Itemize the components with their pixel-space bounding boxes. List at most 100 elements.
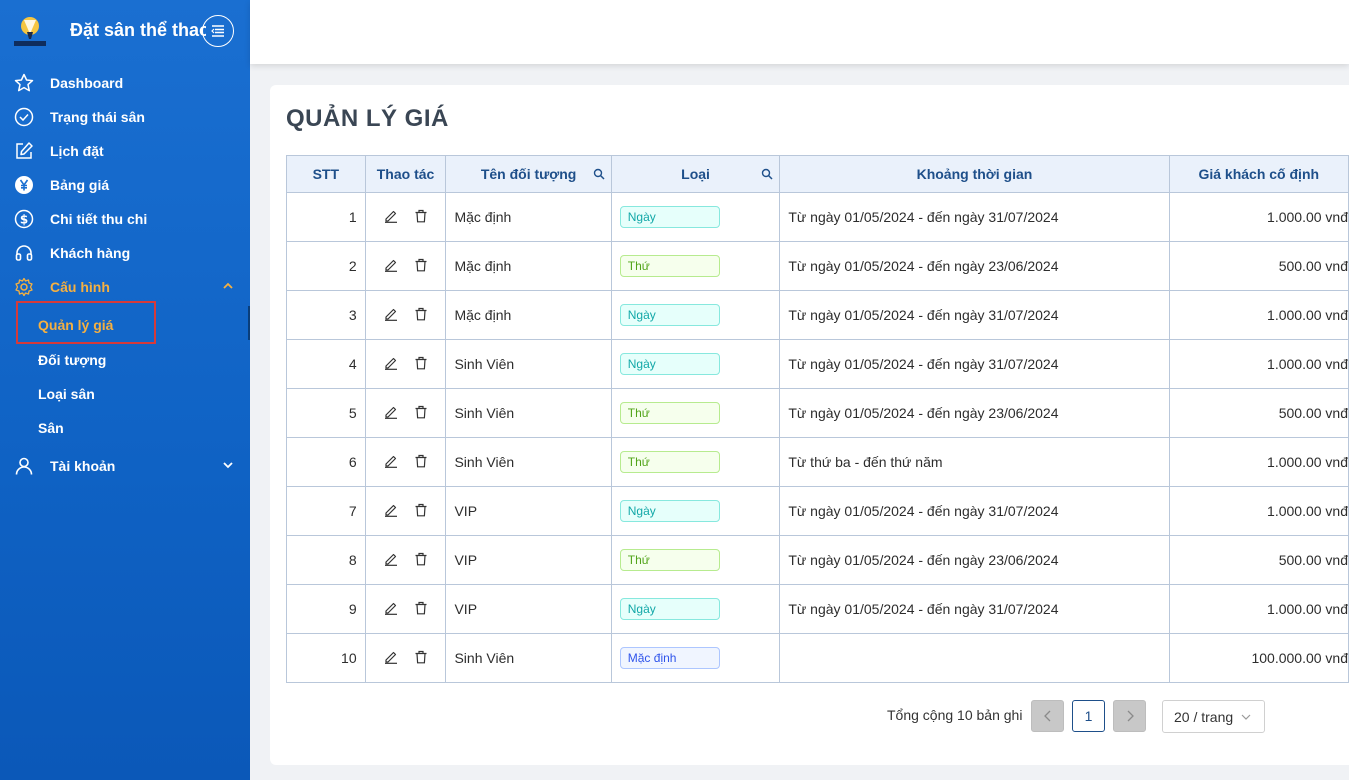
cell-customer-type: Mặc định [445, 241, 612, 291]
delete-icon[interactable] [414, 356, 428, 373]
cell-period [779, 633, 1170, 683]
table-header-row: STT Thao tác Tên đối tượng Loại Khoảng t… [286, 155, 1349, 193]
cell-actions [364, 388, 447, 438]
col-header-stt: STT [286, 155, 366, 193]
edit-icon[interactable] [384, 454, 398, 471]
delete-icon[interactable] [414, 209, 428, 226]
delete-icon[interactable] [414, 650, 428, 667]
page-size-value: 20 / trang [1174, 708, 1234, 725]
delete-icon[interactable] [414, 503, 428, 520]
cell-actions [364, 290, 447, 340]
page-size-select[interactable]: 20 / trang [1162, 700, 1265, 733]
table-row: 4 Sinh Viên Ngày Từ ngày 01/05/2024 - đế… [286, 339, 1349, 389]
next-page-button[interactable] [1113, 700, 1146, 732]
sidebar-item-label: Lịch đặt [50, 143, 104, 159]
sidebar: Đặt sân thể thao Dashboard Trạng thái sâ… [0, 0, 250, 780]
cell-fixed-price: 1.000.00 vnđ [1168, 339, 1349, 389]
cell-type: Thứ [610, 388, 781, 438]
sidebar-subitem-label: Đối tượng [38, 352, 107, 368]
edit-icon[interactable] [384, 601, 398, 618]
cell-customer-type: Sinh Viên [445, 633, 612, 683]
type-tag: Ngày [619, 304, 720, 326]
edit-icon[interactable] [384, 405, 398, 422]
table-row: 1 Mặc định Ngày Từ ngày 01/05/2024 - đến… [286, 192, 1349, 242]
sidebar-item-booking-schedule[interactable]: Lịch đặt [0, 134, 250, 168]
cell-actions [364, 241, 447, 291]
delete-icon[interactable] [414, 601, 428, 618]
cell-period: Từ ngày 01/05/2024 - đến ngày 31/07/2024 [779, 584, 1170, 634]
sidebar-item-customers[interactable]: Khách hàng [0, 236, 250, 270]
cell-customer-type: Mặc định [445, 192, 612, 242]
star-icon [13, 72, 35, 94]
sidebar-item-income-expense[interactable]: $ Chi tiết thu chi [0, 202, 250, 236]
yen-circle-icon [13, 174, 35, 196]
cell-period: Từ ngày 01/05/2024 - đến ngày 23/06/2024 [779, 388, 1170, 438]
sidebar-subitem-court-types[interactable]: Loại sân [0, 377, 250, 411]
cell-customer-type: Sinh Viên [445, 339, 612, 389]
sidebar-item-label: Dashboard [50, 75, 124, 91]
chevron-left-icon [1043, 710, 1050, 722]
cell-stt: 2 [286, 241, 366, 291]
cell-period: Từ ngày 01/05/2024 - đến ngày 31/07/2024 [779, 192, 1170, 242]
cell-customer-type: Sinh Viên [445, 388, 612, 438]
total-records: Tổng cộng 10 bản ghi [887, 707, 1023, 723]
edit-icon[interactable] [384, 552, 398, 569]
chevron-up-icon [223, 282, 233, 289]
collapse-menu-button[interactable] [202, 15, 234, 47]
sidebar-subitem-label: Sân [38, 420, 64, 436]
cell-customer-type: VIP [445, 584, 612, 634]
cell-fixed-price: 1.000.00 vnđ [1168, 584, 1349, 634]
page-1-button[interactable]: 1 [1072, 700, 1105, 732]
type-tag: Thứ [619, 255, 720, 277]
type-tag: Ngày [619, 353, 720, 375]
sidebar-subitem-customer-types[interactable]: Đối tượng [0, 343, 250, 377]
sidebar-subitem-courts[interactable]: Sân [0, 411, 250, 445]
cell-fixed-price: 1.000.00 vnđ [1168, 192, 1349, 242]
search-icon[interactable] [761, 168, 773, 180]
active-item-highlight [16, 301, 156, 344]
cell-fixed-price: 500.00 vnđ [1168, 388, 1349, 438]
badminton-logo [14, 17, 46, 46]
brand: Đặt sân thể thao [0, 0, 250, 64]
edit-icon[interactable] [384, 209, 398, 226]
col-header-label: Loại [681, 166, 710, 182]
cell-stt: 6 [286, 437, 366, 487]
sidebar-item-account[interactable]: Tài khoản [0, 449, 250, 483]
edit-icon[interactable] [384, 650, 398, 667]
cell-period: Từ thứ ba - đến thứ năm [779, 437, 1170, 487]
col-header-customer-type: Tên đối tượng [445, 155, 612, 193]
cell-stt: 7 [286, 486, 366, 536]
table-row: 8 VIP Thứ Từ ngày 01/05/2024 - đến ngày … [286, 535, 1349, 585]
delete-icon[interactable] [414, 307, 428, 324]
type-tag: Ngày [619, 598, 720, 620]
edit-icon[interactable] [384, 258, 398, 275]
edit-icon[interactable] [384, 356, 398, 373]
delete-icon[interactable] [414, 258, 428, 275]
sidebar-item-price-table[interactable]: Bảng giá [0, 168, 250, 202]
page-title: QUẢN LÝ GIÁ [286, 105, 449, 132]
delete-icon[interactable] [414, 454, 428, 471]
cell-stt: 1 [286, 192, 366, 242]
col-header-fixed-price: Giá khách cố định [1168, 155, 1349, 193]
edit-icon[interactable] [384, 307, 398, 324]
cell-type: Ngày [610, 584, 781, 634]
table-row: 6 Sinh Viên Thứ Từ thứ ba - đến thứ năm … [286, 437, 1349, 487]
type-tag: Thứ [619, 402, 720, 424]
prev-page-button[interactable] [1031, 700, 1064, 732]
sidebar-subitem-label: Loại sân [38, 386, 95, 402]
delete-icon[interactable] [414, 552, 428, 569]
top-header [250, 0, 1349, 64]
edit-icon[interactable] [384, 503, 398, 520]
sidebar-item-settings[interactable]: Cấu hình [0, 270, 250, 304]
brand-title: Đặt sân thể thao [70, 20, 206, 40]
type-tag: Mặc định [619, 647, 720, 669]
content-card: QUẢN LÝ GIÁ STT Thao tác Tên đối tượng L… [270, 85, 1349, 765]
sidebar-item-court-status[interactable]: Trạng thái sân [0, 100, 250, 134]
table-row: 7 VIP Ngày Từ ngày 01/05/2024 - đến ngày… [286, 486, 1349, 536]
cell-stt: 9 [286, 584, 366, 634]
type-tag: Ngày [619, 206, 720, 228]
check-circle-icon [13, 106, 35, 128]
sidebar-item-dashboard[interactable]: Dashboard [0, 66, 250, 100]
search-icon[interactable] [593, 168, 605, 180]
delete-icon[interactable] [414, 405, 428, 422]
